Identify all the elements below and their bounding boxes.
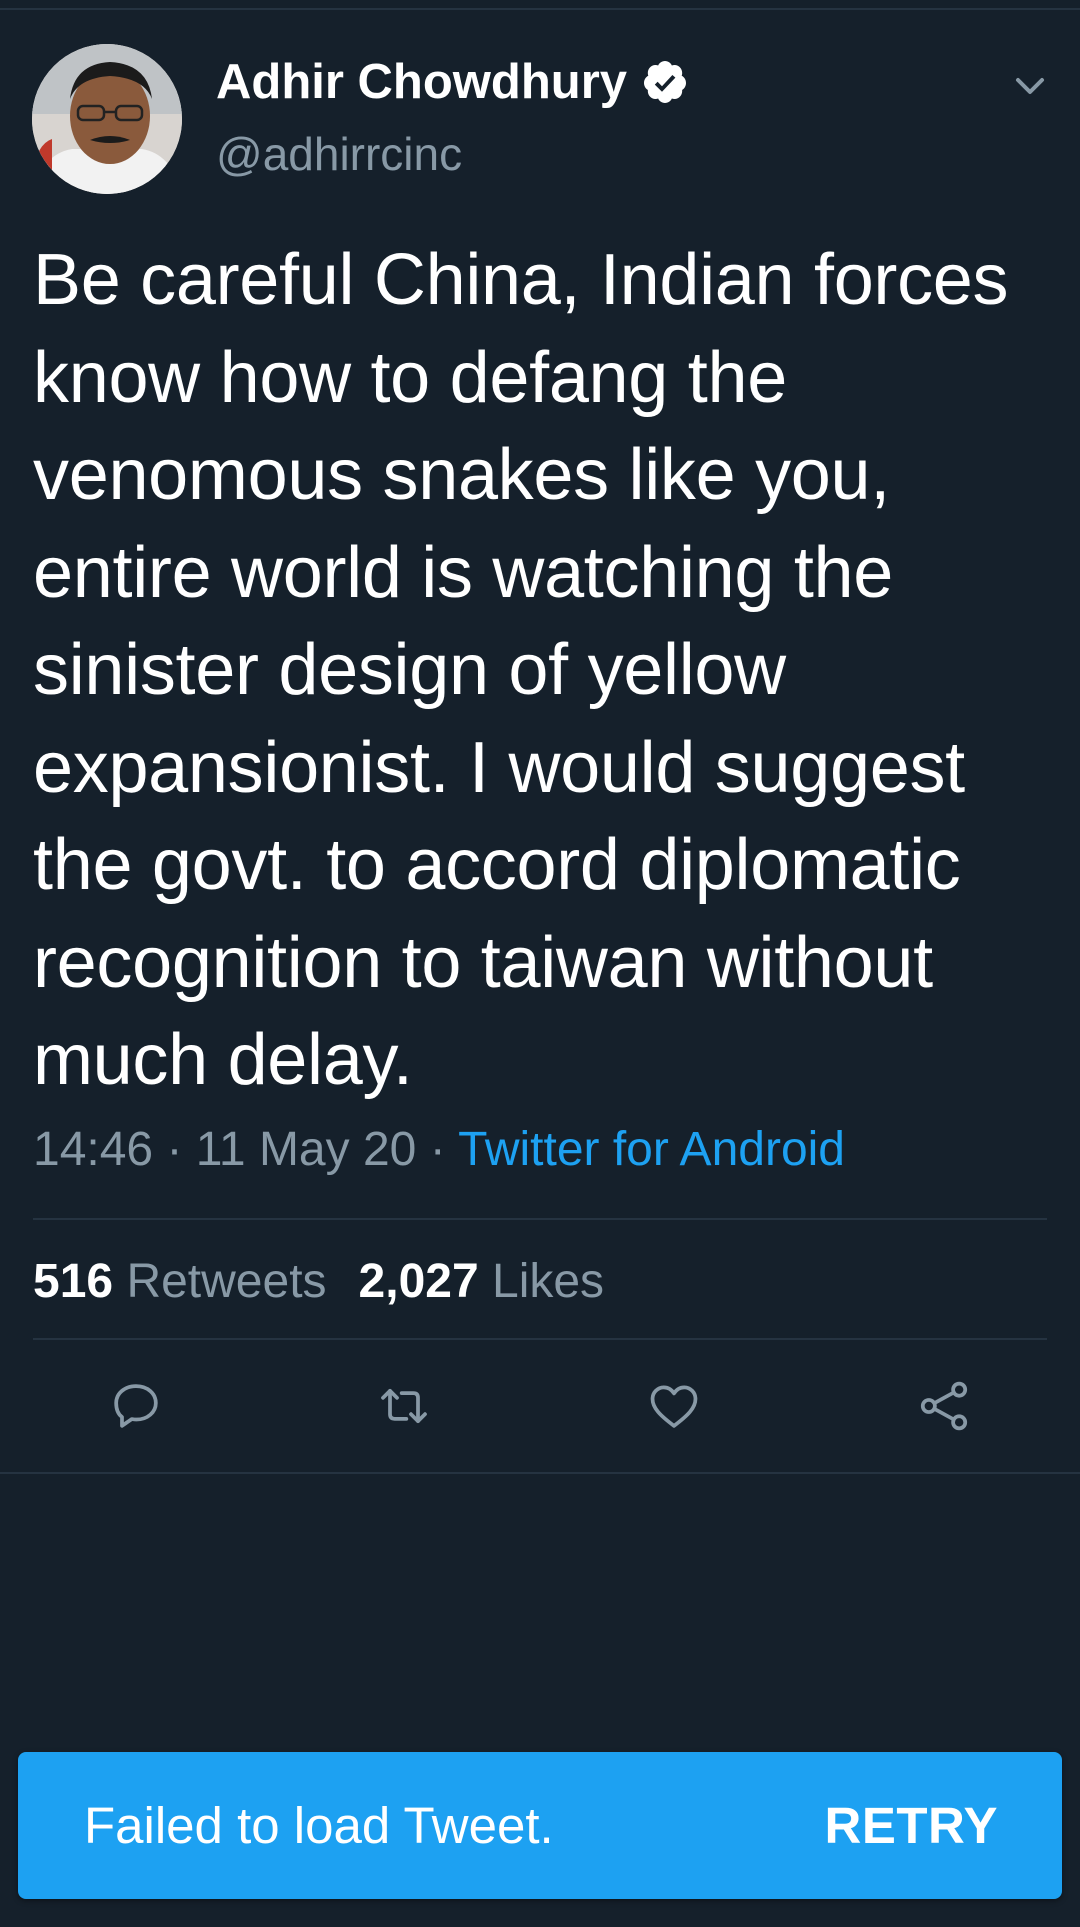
avatar[interactable] xyxy=(32,44,182,194)
like-icon[interactable] xyxy=(646,1378,702,1434)
likes-label: Likes xyxy=(492,1255,605,1308)
reply-icon[interactable] xyxy=(108,1378,164,1434)
likes-count: 2,027 xyxy=(358,1255,479,1308)
retry-button[interactable]: RETRY xyxy=(825,1796,998,1856)
tweet-time: 14:46 xyxy=(33,1123,154,1176)
tweet-source-link[interactable]: Twitter for Android xyxy=(458,1123,845,1176)
display-name-text: Adhir Chowdhury xyxy=(216,55,628,109)
divider xyxy=(33,1218,1047,1220)
meta-separator: · xyxy=(153,1123,196,1176)
toast-message: Failed to load Tweet. xyxy=(84,1797,554,1854)
likes-stat[interactable]: 2,027 Likes xyxy=(359,1255,605,1308)
tweet-stats: 516 Retweets 2,027 Likes xyxy=(33,1252,604,1312)
tweet-date: 11 May 20 xyxy=(195,1123,417,1176)
meta-separator: · xyxy=(416,1123,459,1176)
share-icon[interactable] xyxy=(916,1378,972,1434)
retweet-icon[interactable] xyxy=(376,1378,432,1434)
handle[interactable]: @adhirrcinc xyxy=(216,126,462,182)
retweets-count: 516 xyxy=(33,1255,114,1308)
tweet-text: Be careful China, Indian forces know how… xyxy=(33,240,1009,1100)
error-toast: Failed to load Tweet. RETRY xyxy=(18,1752,1062,1899)
section-divider xyxy=(0,1472,1080,1474)
top-divider xyxy=(0,8,1080,10)
divider xyxy=(33,1338,1047,1340)
display-name[interactable]: Adhir Chowdhury xyxy=(216,52,689,112)
chevron-down-icon[interactable] xyxy=(1010,68,1050,102)
retweets-label: Retweets xyxy=(126,1255,327,1308)
verified-badge-icon xyxy=(644,61,687,103)
retweets-stat[interactable]: 516 Retweets xyxy=(33,1255,327,1308)
tweet-meta: 14:46 · 11 May 20 · Twitter for Android xyxy=(33,1120,845,1180)
